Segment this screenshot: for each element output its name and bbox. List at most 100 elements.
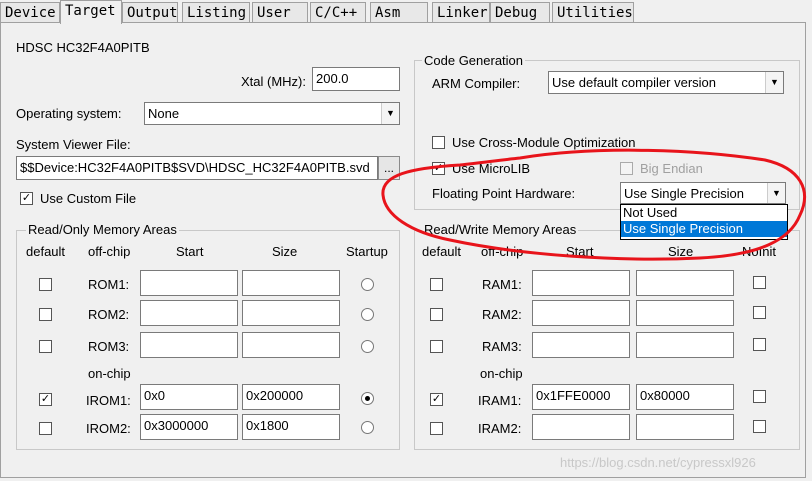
ro-memory-title: Read/Only Memory Areas: [26, 222, 179, 237]
rom1-label: ROM1:: [88, 277, 130, 292]
svf-input[interactable]: $$Device:HC32F4A0PITB$SVD\HDSC_HC32F4A0P…: [16, 156, 378, 180]
fpu-option-not-used[interactable]: Not Used: [621, 205, 787, 221]
irom2-default-checkbox[interactable]: [39, 422, 52, 435]
fpu-select[interactable]: Use Single Precision ▼: [620, 182, 786, 204]
tab-bar: Device Target Output Listing User C/C++ …: [0, 0, 812, 24]
irom1-size-input[interactable]: 0x200000: [242, 384, 340, 410]
irom1-start-input[interactable]: 0x0: [140, 384, 238, 410]
tab-c-cpp[interactable]: C/C++: [310, 2, 366, 22]
rom3-size-input[interactable]: [242, 332, 340, 358]
tab-debug[interactable]: Debug: [490, 2, 550, 22]
arm-compiler-select[interactable]: Use default compiler version ▼: [548, 71, 784, 94]
ram3-noinit-checkbox[interactable]: [753, 338, 766, 351]
tab-utilities[interactable]: Utilities: [552, 2, 634, 22]
svf-browse-button[interactable]: ...: [378, 156, 400, 180]
ram3-label: RAM3:: [482, 339, 522, 354]
big-endian-checkbox[interactable]: [620, 162, 633, 175]
ro-header-size: Size: [272, 244, 298, 259]
microlib-checkbox[interactable]: ✓: [432, 162, 445, 175]
irom2-startup-radio[interactable]: [361, 421, 374, 434]
rom3-default-checkbox[interactable]: [39, 340, 52, 353]
ram3-start-input[interactable]: [532, 332, 630, 358]
rom1-startup-radio[interactable]: [361, 278, 374, 291]
rom2-start-input[interactable]: [140, 300, 238, 326]
rw-header-start: Start: [566, 244, 594, 259]
chevron-down-icon[interactable]: ▼: [765, 72, 783, 93]
irom1-startup-radio[interactable]: [361, 392, 374, 405]
ram1-noinit-checkbox[interactable]: [753, 276, 766, 289]
cross-module-checkbox[interactable]: [432, 136, 445, 149]
tab-device[interactable]: Device: [0, 2, 60, 22]
rom2-size-input[interactable]: [242, 300, 340, 326]
rw-onchip-label: on-chip: [480, 366, 523, 381]
irom1-default-checkbox[interactable]: ✓: [39, 393, 52, 406]
fpu-select-value: Use Single Precision: [624, 186, 744, 201]
iram2-noinit-checkbox[interactable]: [753, 420, 766, 433]
rw-header-noinit: NoInit: [742, 244, 776, 259]
watermark-text: https://blog.csdn.net/cypressxl926: [560, 455, 756, 470]
rw-header-default: default: [422, 244, 462, 259]
arm-compiler-value: Use default compiler version: [552, 75, 717, 90]
rom2-default-checkbox[interactable]: [39, 308, 52, 321]
xtal-input[interactable]: 200.0: [312, 67, 400, 91]
chevron-down-icon[interactable]: ▼: [381, 103, 399, 124]
irom1-label: IROM1:: [86, 393, 131, 408]
chevron-down-icon[interactable]: ▼: [767, 183, 785, 203]
ram2-default-checkbox[interactable]: [430, 308, 443, 321]
ram1-start-input[interactable]: [532, 270, 630, 296]
tab-target[interactable]: Target: [60, 0, 122, 24]
microlib-label: Use MicroLIB: [452, 161, 531, 176]
iram1-start-input[interactable]: 0x1FFE0000: [532, 384, 630, 410]
ram2-start-input[interactable]: [532, 300, 630, 326]
irom2-label: IROM2:: [86, 421, 131, 436]
irom2-size-input[interactable]: 0x1800: [242, 414, 340, 440]
ram2-noinit-checkbox[interactable]: [753, 306, 766, 319]
iram1-noinit-checkbox[interactable]: [753, 390, 766, 403]
rom1-size-input[interactable]: [242, 270, 340, 296]
xtal-label: Xtal (MHz):: [241, 74, 306, 89]
use-custom-file-checkbox[interactable]: ✓: [20, 192, 33, 205]
iram2-default-checkbox[interactable]: [430, 422, 443, 435]
rw-header-offchip: off-chip: [481, 244, 524, 259]
rom2-startup-radio[interactable]: [361, 308, 374, 321]
ram1-default-checkbox[interactable]: [430, 278, 443, 291]
ram1-size-input[interactable]: [636, 270, 734, 296]
ram2-label: RAM2:: [482, 307, 522, 322]
ram3-size-input[interactable]: [636, 332, 734, 358]
tab-listing[interactable]: Listing: [182, 2, 250, 22]
arm-compiler-label: ARM Compiler:: [432, 76, 521, 91]
tab-asm[interactable]: Asm: [370, 2, 428, 22]
rom1-start-input[interactable]: [140, 270, 238, 296]
tab-linker[interactable]: Linker: [432, 2, 490, 22]
ram3-default-checkbox[interactable]: [430, 340, 443, 353]
rom3-startup-radio[interactable]: [361, 340, 374, 353]
rw-header-size: Size: [668, 244, 694, 259]
irom2-start-input[interactable]: 0x3000000: [140, 414, 238, 440]
os-select-value: None: [148, 106, 180, 121]
fpu-dropdown-list: Not Used Use Single Precision: [620, 204, 788, 240]
iram2-label: IRAM2:: [478, 421, 522, 436]
rom1-default-checkbox[interactable]: [39, 278, 52, 291]
use-custom-file-label: Use Custom File: [40, 191, 137, 206]
ram2-size-input[interactable]: [636, 300, 734, 326]
iram2-size-input[interactable]: [636, 414, 734, 440]
ro-header-offchip: off-chip: [88, 244, 131, 259]
rom3-start-input[interactable]: [140, 332, 238, 358]
fpu-option-single-precision[interactable]: Use Single Precision: [621, 221, 787, 237]
os-select[interactable]: None ▼: [144, 102, 400, 125]
iram1-size-input[interactable]: 0x80000: [636, 384, 734, 410]
code-generation-title: Code Generation: [422, 53, 526, 68]
ro-header-start: Start: [176, 244, 204, 259]
ro-header-default: default: [26, 244, 66, 259]
iram1-default-checkbox[interactable]: ✓: [430, 393, 443, 406]
iram1-label: IRAM1:: [478, 393, 522, 408]
tab-user[interactable]: User: [252, 2, 308, 22]
big-endian-label: Big Endian: [640, 161, 703, 176]
ro-header-startup: Startup: [346, 244, 388, 259]
tab-output[interactable]: Output: [122, 2, 178, 22]
fpu-label: Floating Point Hardware:: [432, 186, 576, 201]
device-name: HDSC HC32F4A0PITB: [16, 40, 150, 55]
cross-module-label: Use Cross-Module Optimization: [452, 135, 636, 150]
ram1-label: RAM1:: [482, 277, 522, 292]
iram2-start-input[interactable]: [532, 414, 630, 440]
